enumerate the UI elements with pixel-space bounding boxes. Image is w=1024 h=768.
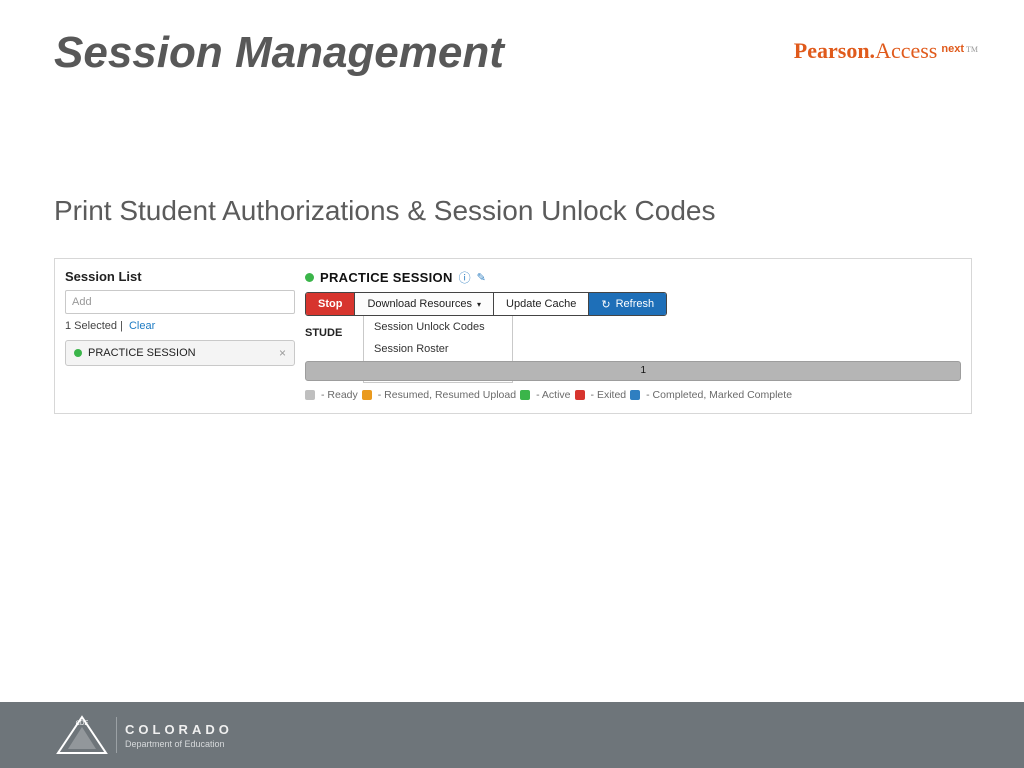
session-toolbar: Stop Download Resources ▾ Update Cache ↻… [305,292,667,316]
footer-divider [116,717,117,753]
swatch-resumed-icon [362,390,372,400]
footer-line1: COLORADO [125,722,233,737]
session-header: PRACTICE SESSION ⓘ ✎ [305,269,961,286]
status-legend: - Ready - Resumed, Resumed Upload - Acti… [305,389,961,401]
cde-mark-icon: CDE [56,715,108,755]
cde-text: COLORADO Department of Education [125,722,233,749]
page-title: Session Management [54,28,504,78]
session-list-heading: Session List [65,269,295,284]
brand-logo: Pearson.Access nextTM [794,38,978,64]
session-item-label: PRACTICE SESSION [88,347,273,359]
legend-exited: - Exited [591,389,627,401]
swatch-exited-icon [575,390,585,400]
remove-session-icon[interactable]: × [279,346,286,360]
swatch-active-icon [520,390,530,400]
session-name: PRACTICE SESSION [320,270,453,285]
edit-icon[interactable]: ✎ [477,271,486,284]
clear-link[interactable]: Clear [129,320,155,332]
refresh-button[interactable]: ↻ Refresh [589,293,666,315]
cde-badge-text: CDE [76,721,89,727]
selected-count: 1 Selected | [65,320,123,332]
legend-ready: - Ready [321,389,358,401]
status-dot-icon [74,349,82,357]
brand-tm: TM [966,45,978,54]
subtitle: Print Student Authorizations & Session U… [54,195,715,227]
students-label: STUDE [305,324,342,339]
info-icon[interactable]: ⓘ [459,269,471,286]
student-progress-bar: 1 [305,361,961,381]
app-panel: Session List Add 1 Selected | Clear PRAC… [54,258,972,414]
legend-active: - Active [536,389,570,401]
menu-session-roster[interactable]: Session Roster [364,338,512,360]
update-cache-button[interactable]: Update Cache [494,293,589,315]
download-resources-button[interactable]: Download Resources ▾ [355,293,494,315]
session-detail-panel: PRACTICE SESSION ⓘ ✎ Stop Download Resou… [305,269,961,401]
swatch-complete-icon [630,390,640,400]
footer-bar: CDE COLORADO Department of Education [0,702,1024,768]
session-list-item[interactable]: PRACTICE SESSION × [65,340,295,366]
status-dot-icon [305,273,314,282]
legend-resumed: - Resumed, Resumed Upload [378,389,516,401]
download-label: Download Resources [367,298,472,310]
brand-access: Access [875,38,937,63]
legend-complete: - Completed, Marked Complete [646,389,792,401]
add-session-input[interactable]: Add [65,290,295,314]
selected-count-row: 1 Selected | Clear [65,320,295,332]
refresh-label: Refresh [616,298,655,310]
footer-line2: Department of Education [125,739,233,749]
add-placeholder: Add [72,296,92,308]
stop-button[interactable]: Stop [306,293,355,315]
brand-next: next [941,43,964,55]
progress-count: 1 [641,365,647,376]
brand-pearson: Pearson. [794,38,875,63]
swatch-ready-icon [305,390,315,400]
session-list-panel: Session List Add 1 Selected | Clear PRAC… [65,269,295,401]
refresh-icon: ↻ [601,298,610,311]
cde-logo: CDE COLORADO Department of Education [56,715,233,755]
caret-down-icon: ▾ [477,300,481,309]
menu-unlock-codes[interactable]: Session Unlock Codes [364,316,512,338]
